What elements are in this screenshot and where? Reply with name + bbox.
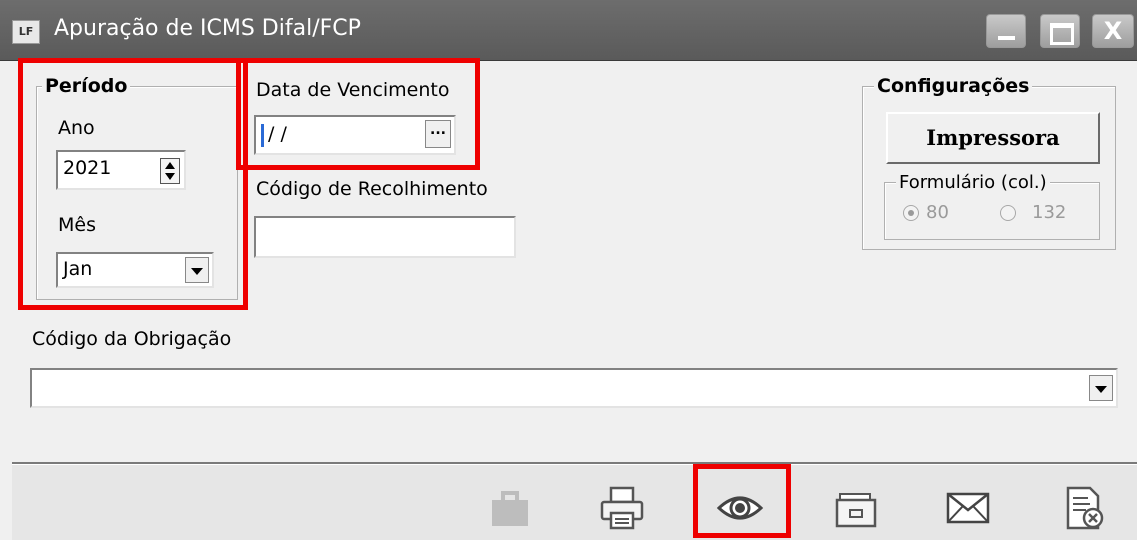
main-window: LF Apuração de ICMS Difal/FCP X Período … bbox=[0, 0, 1137, 540]
impressora-button[interactable]: Impressora bbox=[886, 112, 1100, 164]
printer-icon[interactable] bbox=[598, 484, 646, 532]
radio-80-label: 80 bbox=[926, 202, 949, 223]
configuracoes-legend: Configurações bbox=[874, 75, 1033, 97]
radio-132-label: 132 bbox=[1032, 202, 1067, 223]
chevron-down-icon[interactable] bbox=[1089, 375, 1113, 401]
highlight-eye-button bbox=[693, 464, 791, 538]
folder-icon[interactable] bbox=[832, 484, 880, 532]
obrigacao-select[interactable] bbox=[30, 368, 1118, 408]
title-bar[interactable]: LF Apuração de ICMS Difal/FCP X bbox=[0, 0, 1137, 61]
close-button[interactable]: X bbox=[1092, 14, 1134, 48]
close-document-icon[interactable] bbox=[1060, 484, 1108, 532]
radio-132[interactable] bbox=[1000, 205, 1016, 221]
maximize-icon bbox=[1041, 15, 1079, 47]
recolhimento-input[interactable] bbox=[254, 216, 516, 258]
app-icon: LF bbox=[12, 20, 40, 44]
briefcase-icon[interactable] bbox=[486, 484, 534, 532]
window-title: Apuração de ICMS Difal/FCP bbox=[54, 16, 361, 41]
minimize-button[interactable] bbox=[986, 14, 1026, 48]
close-icon: X bbox=[1103, 17, 1123, 45]
minimize-icon bbox=[987, 15, 1025, 47]
highlight-vencimento bbox=[236, 58, 480, 170]
maximize-button[interactable] bbox=[1040, 14, 1080, 48]
envelope-icon[interactable] bbox=[944, 484, 992, 532]
recolhimento-label: Código de Recolhimento bbox=[256, 178, 488, 200]
obrigacao-label: Código da Obrigação bbox=[32, 328, 232, 350]
formulario-legend: Formulário (col.) bbox=[896, 172, 1050, 193]
radio-80[interactable] bbox=[903, 205, 919, 221]
highlight-periodo bbox=[18, 58, 248, 310]
